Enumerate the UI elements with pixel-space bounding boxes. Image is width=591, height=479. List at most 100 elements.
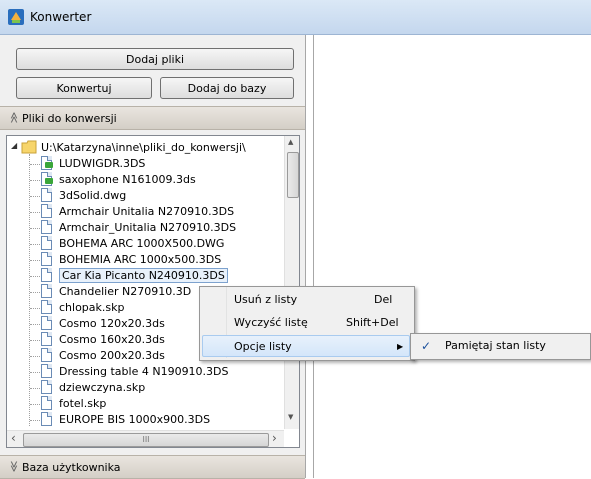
files-section-header[interactable]: ≫ Pliki do konwersji — [0, 106, 305, 130]
tree-item-label: saxophone N161009.3ds — [59, 173, 196, 186]
tree-item-label: fotel.skp — [59, 397, 107, 410]
scroll-left-icon[interactable]: ‹ — [11, 431, 16, 445]
tree-line — [29, 154, 30, 426]
tree-line — [30, 356, 40, 357]
files-section-label: Pliki do konwersji — [22, 112, 117, 125]
file-icon — [41, 380, 52, 394]
file-icon — [41, 332, 52, 346]
tree-item-label: Armchair Unitalia N270910.3DS — [59, 205, 235, 218]
left-panel: Dodaj pliki Konwertuj Dodaj do bazy ≫ Pl… — [0, 35, 306, 479]
tree-item-label: EUROPE BIS 1000x900.3DS — [59, 413, 211, 426]
menu-remove[interactable]: Usuń z listy Del — [202, 289, 410, 311]
tree-item[interactable]: LUDWIGDR.3DS — [30, 156, 271, 172]
menu-clear-shortcut: Shift+Del — [346, 316, 399, 329]
chevron-up-icon: ≫ — [7, 111, 21, 124]
tree-root-label: U:\Katarzyna\inne\pliki_do_konwersji\ — [41, 141, 246, 154]
tree-root[interactable]: ◢ U:\Katarzyna\inne\pliki_do_konwersji\ — [11, 140, 271, 156]
green-arrow-icon — [45, 162, 53, 168]
file-icon — [41, 348, 52, 362]
file-icon — [41, 188, 52, 202]
tree-item-label: BOHEMIA ARC 1000x500.3DS — [59, 253, 222, 266]
tree-item-label: BOHEMA ARC 1000X500.DWG — [59, 237, 225, 250]
menu-remember-state[interactable]: ✓ Pamiętaj stan listy — [413, 335, 588, 357]
user-db-section-label: Baza użytkownika — [22, 461, 121, 474]
tree-line — [30, 180, 40, 181]
tree-item-label: 3dSolid.dwg — [59, 189, 127, 202]
file-icon — [41, 300, 52, 314]
tree-item[interactable]: Armchair Unitalia N270910.3DS — [30, 204, 271, 220]
tree-line — [30, 308, 40, 309]
tree-line — [30, 260, 40, 261]
file-icon — [41, 316, 52, 330]
tree-line — [30, 420, 40, 421]
green-arrow-icon — [45, 178, 53, 184]
tree-item[interactable]: 3dSolid.dwg — [30, 188, 271, 204]
tree-item[interactable]: saxophone N161009.3ds — [30, 172, 271, 188]
horizontal-scrollbar[interactable]: ‹ III › — [7, 430, 284, 447]
tree-item[interactable]: EUROPE BIS 1000x900.3DS — [30, 412, 271, 428]
file-icon — [41, 284, 52, 298]
tree-line — [30, 292, 40, 293]
add-files-button[interactable]: Dodaj pliki — [16, 48, 294, 70]
scroll-right-icon[interactable]: › — [272, 431, 277, 445]
tree-line — [30, 164, 40, 165]
menu-options[interactable]: Opcje listy ▶ — [202, 335, 410, 357]
tree-item-label: dziewczyna.skp — [59, 381, 146, 394]
tree-item[interactable]: BOHEMA ARC 1000X500.DWG — [30, 236, 271, 252]
menu-remove-label: Usuń z listy — [234, 293, 298, 306]
tree-line — [30, 372, 40, 373]
tree-item[interactable]: BOHEMIA ARC 1000x500.3DS — [30, 252, 271, 268]
check-icon: ✓ — [421, 339, 432, 353]
tree-line — [30, 276, 40, 277]
file-icon — [41, 268, 52, 282]
tree-line — [30, 340, 40, 341]
tree-item[interactable]: dziewczyna.skp — [30, 380, 271, 396]
tree-item-label: Cosmo 120x20.3ds — [59, 317, 165, 330]
tree-line — [30, 212, 40, 213]
tree-line — [30, 228, 40, 229]
submenu: ✓ Pamiętaj stan listy — [410, 333, 591, 360]
file-icon — [41, 236, 52, 250]
app-icon — [8, 9, 24, 25]
title-bar: Konwerter — [0, 0, 591, 35]
menu-remember-label: Pamiętaj stan listy — [445, 339, 546, 352]
menu-remove-shortcut: Del — [374, 293, 393, 306]
scroll-up-icon[interactable]: ▲ — [288, 138, 293, 146]
file-icon — [41, 364, 52, 378]
menu-clear[interactable]: Wyczyść listę Shift+Del — [202, 312, 410, 334]
convert-button[interactable]: Konwertuj — [16, 77, 152, 99]
folder-icon — [21, 140, 37, 154]
tree-item[interactable]: Dressing table 4 N190910.3DS — [30, 364, 271, 380]
tree-line — [30, 244, 40, 245]
tree-item-label: Chandelier N270910.3D — [59, 285, 192, 298]
vertical-scrollbar[interactable]: ▲ ▼ — [284, 136, 299, 429]
file-icon — [41, 252, 52, 266]
collapse-icon[interactable]: ◢ — [11, 141, 17, 150]
menu-options-label: Opcje listy — [234, 340, 292, 353]
tree-item[interactable]: fotel.skp — [30, 396, 271, 412]
hscroll-thumb[interactable]: III — [23, 433, 269, 447]
tree-item-label: Armchair_Unitalia N270910.3DS — [59, 221, 237, 234]
tree-line — [30, 404, 40, 405]
menu-clear-label: Wyczyść listę — [234, 316, 308, 329]
submenu-arrow-icon: ▶ — [397, 342, 404, 351]
tree-item[interactable]: Armchair_Unitalia N270910.3DS — [30, 220, 271, 236]
file-icon — [41, 204, 52, 218]
tree-line — [30, 196, 40, 197]
context-menu: Usuń z listy Del Wyczyść listę Shift+Del… — [199, 286, 415, 361]
chevron-down-icon: ≫ — [7, 460, 21, 473]
tree-line — [30, 324, 40, 325]
user-db-section-header[interactable]: ≫ Baza użytkownika — [0, 455, 305, 479]
add-to-db-button[interactable]: Dodaj do bazy — [160, 77, 294, 99]
tree-item-label: Cosmo 200x20.3ds — [59, 349, 165, 362]
window-title: Konwerter — [30, 10, 92, 24]
tree-item-label: Car Kia Picanto N240910.3DS — [59, 268, 228, 283]
scroll-thumb[interactable] — [287, 152, 299, 198]
file-icon — [41, 396, 52, 410]
tree-item-label: Cosmo 160x20.3ds — [59, 333, 165, 346]
file-icon — [41, 220, 52, 234]
file-icon — [41, 412, 52, 426]
tree-item[interactable]: Car Kia Picanto N240910.3DS — [30, 268, 271, 284]
right-panel — [313, 35, 591, 478]
scroll-down-icon[interactable]: ▼ — [288, 413, 293, 421]
